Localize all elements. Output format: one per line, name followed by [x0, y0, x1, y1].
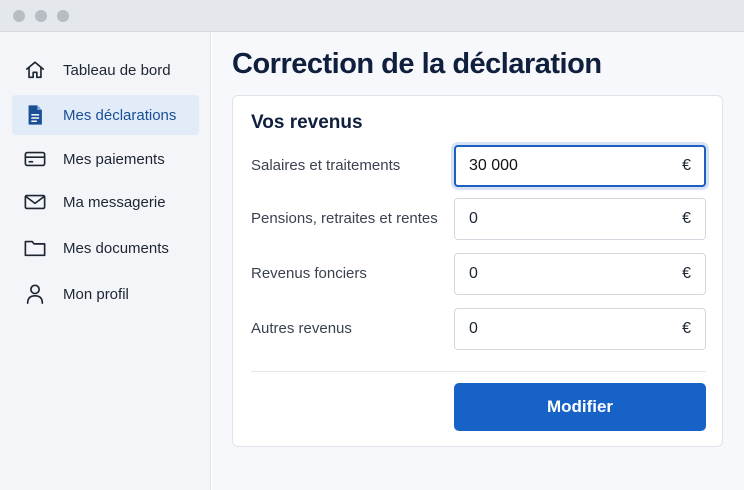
main-content: Correction de la déclaration Vos revenus… [212, 32, 744, 490]
salaries-label: Salaires et traitements [251, 157, 401, 174]
other-income-label: Autres revenus [251, 320, 352, 337]
sidebar-item-declarations[interactable]: Mes déclarations [12, 95, 199, 135]
sidebar-item-messages[interactable]: Ma messagerie [12, 182, 199, 222]
income-card: Vos revenus Salaires et traitements 30 0… [232, 95, 723, 447]
sidebar-item-documents[interactable]: Mes documents [12, 228, 199, 268]
credit-card-icon [23, 147, 47, 171]
user-icon [23, 282, 47, 306]
modify-button[interactable]: Modifier [454, 383, 706, 431]
other-income-input[interactable]: 0 € [454, 308, 706, 350]
sidebar-item-dashboard[interactable]: Tableau de bord [12, 50, 199, 90]
euro-unit: € [682, 210, 691, 227]
sidebar-item-payments[interactable]: Mes paiements [12, 139, 199, 179]
property-income-label: Revenus fonciers [251, 265, 367, 282]
window-close-dot[interactable] [13, 10, 25, 22]
field-value: 30 000 [469, 157, 518, 174]
euro-unit: € [682, 157, 691, 174]
window-minimize-dot[interactable] [35, 10, 47, 22]
field-value: 0 [469, 265, 478, 282]
field-value: 0 [469, 210, 478, 227]
home-icon [23, 58, 47, 82]
sidebar-item-label: Tableau de bord [63, 61, 171, 79]
document-icon [23, 103, 47, 127]
sidebar-item-label: Mon profil [63, 285, 129, 303]
divider [251, 371, 706, 372]
field-value: 0 [469, 320, 478, 337]
section-title: Vos revenus [251, 112, 363, 133]
mail-icon [23, 190, 47, 214]
pensions-label: Pensions, retraites et rentes [251, 210, 438, 227]
pensions-input[interactable]: 0 € [454, 198, 706, 240]
window-titlebar [0, 0, 744, 32]
sidebar-item-label: Mes documents [63, 239, 169, 257]
folder-icon [23, 236, 47, 260]
sidebar: Tableau de bord Mes déclarations Mes pai… [0, 32, 211, 490]
salaries-input[interactable]: 30 000 € [454, 145, 706, 187]
sidebar-item-profile[interactable]: Mon profil [12, 274, 199, 314]
page-title: Correction de la déclaration [232, 48, 602, 80]
sidebar-item-label: Ma messagerie [63, 193, 166, 211]
euro-unit: € [682, 320, 691, 337]
euro-unit: € [682, 265, 691, 282]
sidebar-item-label: Mes paiements [63, 150, 165, 168]
sidebar-item-label: Mes déclarations [63, 106, 177, 124]
window-maximize-dot[interactable] [57, 10, 69, 22]
property-income-input[interactable]: 0 € [454, 253, 706, 295]
browser-window: Tableau de bord Mes déclarations Mes pai… [0, 0, 744, 490]
